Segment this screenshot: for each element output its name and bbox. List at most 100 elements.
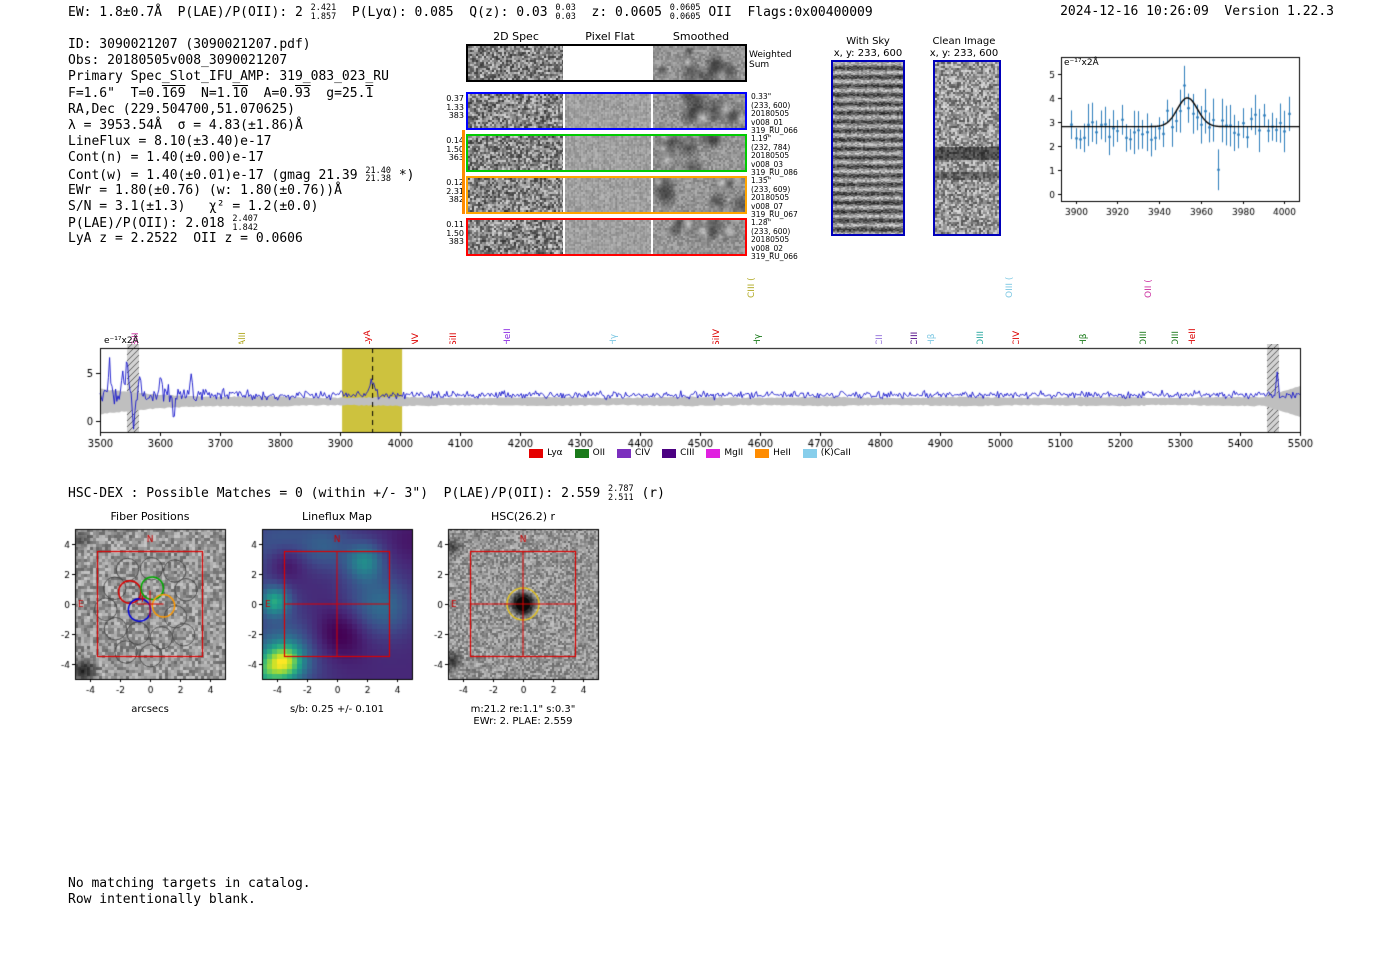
spec2d-strip-image xyxy=(468,136,563,170)
text-segment: P(LAE)/P(OII): 2.018 xyxy=(68,216,233,232)
info-line: F=1.6" T=0.169 N=1.10 A=0.93 g=25.1 xyxy=(68,86,415,102)
spec2d-row-stats: 0.37 1.33 383 xyxy=(446,94,464,121)
emission-line-label: Hβ xyxy=(926,333,937,346)
text-segment: z: 0.0605 xyxy=(575,5,670,20)
legend-swatch xyxy=(802,448,817,458)
spec2d-strip-image xyxy=(565,46,651,80)
hsc-xlabel: m:21.2 re:1.1" s:0.3" xyxy=(470,704,576,715)
legend-item: HeII xyxy=(755,448,791,458)
spec2d-strip-image xyxy=(653,136,745,170)
text-segment: A=0. xyxy=(248,85,295,101)
legend-swatch xyxy=(706,448,721,458)
spec2d-strip-image xyxy=(653,46,745,80)
spec2d-row-meta: 1.35" (233, 609) 20180505 v008_07 319_RU… xyxy=(751,176,798,220)
stack-lower: 0.0605 xyxy=(669,11,701,22)
spec2d-column-title-2dspec: 2D Spec xyxy=(493,30,539,43)
text-segment: 1 xyxy=(365,85,374,101)
text-segment: EW: 1.8±0.7Å P(LAE)/P(OII): 2 xyxy=(68,5,311,20)
weighted-sum-label: Weighted Sum xyxy=(749,50,792,70)
emission-line-label: NV xyxy=(410,333,421,346)
text-segment: LyA z = 2.2522 OII z = 0.0606 xyxy=(68,231,303,247)
spec2d-row-stats: 0.11 1.50 383 xyxy=(446,220,464,247)
legend-swatch xyxy=(617,448,632,458)
spec2d-row-stats: 0.12 2.31 382 xyxy=(446,178,464,205)
info-line: Cont(n) = 1.40(±0.00)e-17 xyxy=(68,150,415,166)
fiber-positions-panel: Fiber Positions arcsecs xyxy=(45,510,245,716)
stack-lower: 1.857 xyxy=(310,11,337,22)
text-segment: HSC-DEX : Possible Matches = 0 (within +… xyxy=(68,486,609,501)
spectrum-legend: Lyα OII CIV CIII MgII HeII (K)CaII xyxy=(60,448,1320,458)
info-line: EWr = 1.80(±0.76) (w: 1.80(±0.76))Å xyxy=(68,183,415,199)
spec2d-row-meta: 0.33" (233, 600) 20180505 v008_01 319_RU… xyxy=(751,92,798,136)
legend-item: CIV xyxy=(617,448,650,458)
legend-label: Lyα xyxy=(547,448,563,458)
text-segment: LineFlux = 8.10(±3.40)e-17 xyxy=(68,134,272,150)
legend-label: HeII xyxy=(773,448,791,458)
spec2d-row: 0.12 2.31 382 1.35" (233, 609) 20180505 v… xyxy=(446,176,798,219)
emission-line-label: CIV xyxy=(1011,330,1022,346)
lineflux-xlabel: s/b: 0.25 +/- 0.101 xyxy=(289,704,385,715)
legend-item: CIII xyxy=(662,448,694,458)
spec2d-row-stats: 0.14 1.50 363 xyxy=(446,136,464,163)
text-segment: Cont(w) = 1.40(±0.01)e-17 (gmag 21.39 xyxy=(68,167,366,183)
withsky-title: With Sky xyxy=(846,36,890,47)
spec2d-strip-image xyxy=(468,46,563,80)
clean-coords: x, y: 233, 600 xyxy=(929,48,999,59)
spec2d-strip-image xyxy=(468,220,563,254)
spec2d-strip-image xyxy=(653,178,745,212)
emission-line-label: CIII xyxy=(909,331,920,346)
info-line: Cont(w) = 1.40(±0.01)e-17 (gmag 21.39 21… xyxy=(68,166,415,184)
spec2d-strip-image xyxy=(468,94,563,128)
clean-image xyxy=(933,60,1001,236)
value-stack: 2.421 1.857 xyxy=(311,4,337,21)
hsc-cutout-panel: HSC(26.2) r m:21.2 re:1.1" s:0.3" EWr: 2… xyxy=(418,510,618,727)
info-line: λ = 3953.54Å σ = 4.83(±1.86)Å xyxy=(68,118,415,134)
spec2d-strip-image xyxy=(565,220,651,254)
info-line: S/N = 3.1(±1.3) χ² = 1.2(±0.0) xyxy=(68,199,415,215)
lineflux-map-plot xyxy=(232,524,432,704)
spec2d-row-meta: 1.19" (232, 784) 20180505 v008_03 319_RU… xyxy=(751,134,798,178)
text-segment: (r) xyxy=(633,486,665,501)
footer-line-2: Row intentionally blank. xyxy=(68,892,256,907)
fiber-xlabel: arcsecs xyxy=(131,704,169,715)
text-segment: ID: 3090021207 (3090021207.pdf) xyxy=(68,37,311,52)
emission-line-label: Hβ xyxy=(1079,333,1089,346)
stack-lower: 2.511 xyxy=(608,492,634,503)
legend-item: OII xyxy=(574,448,605,458)
text-segment: EWr = 1.80(±0.76) (w: 1.80(±0.76))Å xyxy=(68,182,342,198)
legend-item: Lyα xyxy=(529,448,563,458)
spec2d-strip-image xyxy=(468,178,563,212)
stack-lower: 21.38 xyxy=(365,174,392,184)
legend-swatch xyxy=(529,448,544,458)
text-segment: RA,Dec (229.504700,51.070625) xyxy=(68,101,295,117)
spec2d-strip-image xyxy=(565,178,651,212)
text-segment: 169 xyxy=(161,85,186,101)
legend-swatch xyxy=(662,448,677,458)
value-stack: 2.407 1.842 xyxy=(232,215,258,232)
spec2d-row: 0.14 1.50 363 1.19" (232, 784) 20180505 v… xyxy=(446,134,798,177)
emission-line-label: Hγ xyxy=(752,333,763,346)
header-summary: EW: 1.8±0.7Å P(LAE)/P(OII): 2 2.421 1.857… xyxy=(68,4,873,21)
emission-line-label: Hγ xyxy=(609,333,620,346)
withsky-image xyxy=(831,60,905,236)
withsky-coords: x, y: 233, 600 xyxy=(833,48,903,59)
text-segment: Primary Spec_Slot_IFU_AMP: 319_083_023_R… xyxy=(68,69,389,85)
spec2d-column-title-smoothed: Smoothed xyxy=(672,30,730,43)
text-segment: g=25. xyxy=(310,85,366,101)
text-segment: F=1.6" T=0. xyxy=(68,85,162,101)
text-segment: *) xyxy=(391,167,415,183)
emission-line-label: SiIV xyxy=(711,328,722,346)
spec2d-panel: 0.37 1.33 383 0.33" (233, 600) 20180505 v… xyxy=(446,44,826,261)
zoom-ylabel: e⁻¹⁷x2Å xyxy=(1064,58,1099,68)
spec2d-row: 0.11 1.50 383 1.28" (233, 600) 20180505 v… xyxy=(446,218,798,261)
hsc-cutout-title: HSC(26.2) r xyxy=(490,510,556,523)
text-segment: Obs: 20180505v008_3090021207 xyxy=(68,53,288,69)
spec2d-strip-image xyxy=(565,136,651,170)
hsc-xlabel2: EWr: 2. PLAE: 2.559 xyxy=(473,715,573,727)
text-segment: P(Lyα): 0.085 Q(z): 0.03 xyxy=(336,5,556,20)
emission-line-label: AlII xyxy=(237,332,248,346)
emission-line-label: LyA xyxy=(362,330,373,346)
legend-swatch xyxy=(755,448,770,458)
info-line: ID: 3090021207 (3090021207.pdf) xyxy=(68,37,415,53)
text-segment: OII Flags:0x00400009 xyxy=(700,5,873,20)
